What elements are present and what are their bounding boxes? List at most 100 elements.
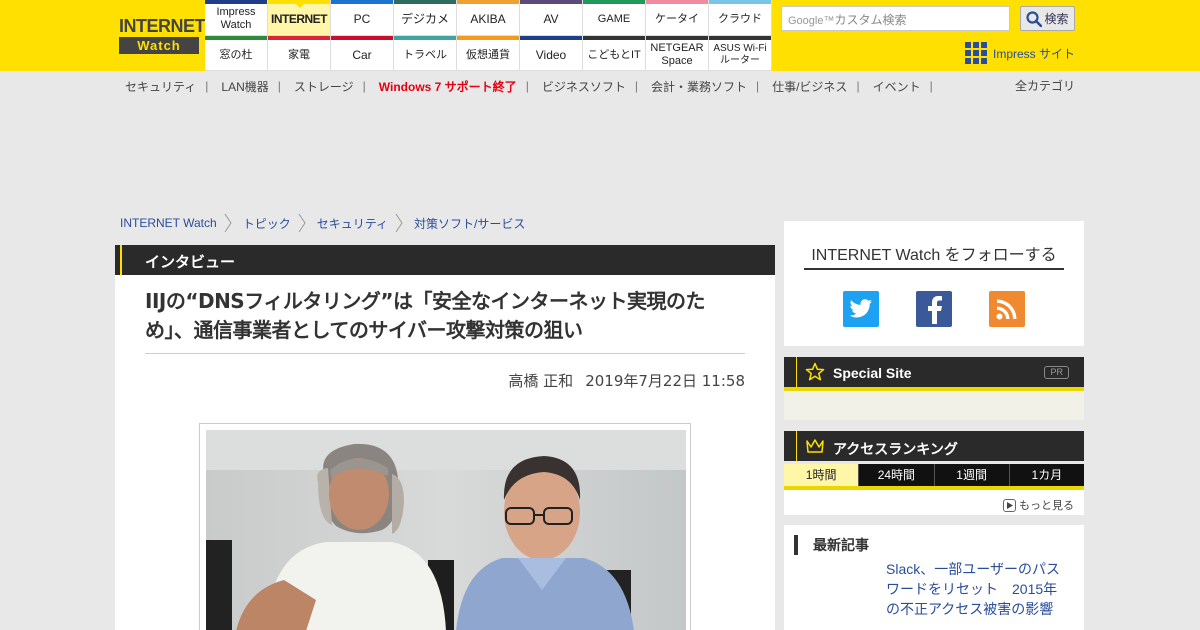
logo-text-internet: INTERNET [119,16,206,36]
nav-label: 仮想通貨 [466,48,510,61]
search-icon [1026,10,1043,27]
article-author: 高橋 正和 [508,372,574,390]
facebook-button[interactable] [916,291,952,327]
google-label: Google™ [788,15,835,27]
breadcrumb-item[interactable]: セキュリティ [317,215,388,232]
nav-label: NETGEAR Space [650,42,704,67]
category-storage[interactable]: ストレージ | [294,78,379,95]
site-logo[interactable]: INTERNET Watch [119,16,206,54]
article-section-header: インタビュー [115,245,775,275]
nav-akiba[interactable]: AKIBA [457,0,520,36]
category-separator: | [634,79,638,93]
category-label: ストレージ [293,79,354,94]
nav-label: Video [535,47,567,62]
nav-cloud[interactable]: クラウド [709,0,772,36]
nav-label: GAME [597,12,631,25]
nav-impress-watch[interactable]: Impress Watch [205,0,268,36]
category-security[interactable]: セキュリティ | [125,78,221,95]
nav-label: 家電 [288,48,310,61]
ranking-body: もっと見る [784,490,1084,515]
search-button-label: 検索 [1044,12,1069,26]
more-link[interactable]: もっと見る [1003,497,1074,513]
nav-game[interactable]: GAME [583,0,646,36]
category-bar: セキュリティ | LAN機器 | ストレージ | Windows 7 サポート終了 | … [125,77,946,95]
latest-articles-title: 最新記事 [794,535,869,555]
breadcrumb-item[interactable]: 対策ソフト/サービス [414,215,525,232]
chevron-right-icon [224,213,232,233]
category-event[interactable]: イベント | [873,78,946,95]
site-nav-grid: Impress Watch INTERNET PC デジカメ AKIBA AV … [205,0,772,71]
nav-label: トラベル [403,48,447,61]
category-separator: | [362,79,366,93]
impress-sites-link[interactable]: Impress サイト [965,42,1075,64]
nav-keitai[interactable]: ケータイ [646,0,709,36]
category-label: 仕事/ビジネス [772,79,848,94]
nav-label: Car [352,47,372,62]
category-windows7[interactable]: Windows 7 サポート終了 | [379,78,542,95]
rss-button[interactable] [989,291,1025,327]
all-categories-link[interactable]: 全カテゴリ [1015,77,1075,94]
nav-pc[interactable]: PC [331,0,394,36]
article-photo[interactable] [206,430,686,630]
nav-internet[interactable]: INTERNET [268,0,331,36]
category-lan[interactable]: LAN機器 | [221,78,293,95]
nav-label: 窓の杜 [219,48,253,61]
breadcrumb-item[interactable]: トピック [243,215,291,232]
category-label: ビジネスソフト [541,79,626,94]
category-business-soft[interactable]: ビジネスソフト | [542,78,651,95]
twitter-icon [849,299,872,318]
more-label: もっと見る [1019,500,1074,512]
crown-icon [806,439,824,453]
nav-video[interactable]: Video [520,36,583,71]
nav-asus-router[interactable]: ASUS Wi-Fiルーター [709,36,772,71]
category-label: Windows 7 サポート終了 [378,79,517,94]
nav-label: こどもとIT [587,48,641,61]
search-button[interactable]: 検索 [1020,6,1075,31]
ranking-tabs: 1時間 24時間 1週間 1カ月 [784,464,1084,486]
facebook-icon [928,296,942,324]
header-accent-line [796,431,797,461]
latest-articles-box: 最新記事 Slack、一部ユーザーのパスワードをリセット 2015年の不正アクセ… [784,525,1084,630]
nav-label: Impress Watch [216,6,256,31]
category-label: 会計・業務ソフト [650,79,747,94]
nav-madonomori[interactable]: 窓の杜 [205,36,268,71]
category-separator: | [755,79,760,93]
nav-kaden[interactable]: 家電 [268,36,331,71]
tab-1hour[interactable]: 1時間 [784,464,860,486]
nav-travel[interactable]: トラベル [394,36,457,71]
breadcrumb: INTERNET Watch トピック セキュリティ 対策ソフト/サービス [120,213,525,233]
category-label: セキュリティ [125,79,197,94]
chevron-right-icon [395,213,403,233]
breadcrumb-item[interactable]: INTERNET Watch [120,216,217,230]
chevron-right-icon [298,213,306,233]
category-label: LAN機器 [221,79,269,94]
twitter-button[interactable] [843,291,879,327]
nav-label: ケータイ [655,12,699,25]
tab-1month[interactable]: 1カ月 [1010,464,1084,486]
access-ranking-header: アクセスランキング [784,431,1084,461]
nav-kasoutsuka[interactable]: 仮想通貨 [457,36,520,71]
title-divider [145,353,745,354]
nav-label: PC [353,11,371,26]
nav-car[interactable]: Car [331,36,394,71]
logo-text-watch: Watch [119,37,199,54]
category-work-business[interactable]: 仕事/ビジネス | [772,78,872,95]
tab-1week[interactable]: 1週間 [935,464,1010,486]
search-input[interactable]: Google™カスタム検索 [781,6,1010,31]
article-date: 2019年7月22日 11:58 [585,372,745,390]
nav-av[interactable]: AV [520,0,583,36]
article-section-label: インタビュー [145,253,236,271]
latest-article-link[interactable]: Slack、一部ユーザーのパスワードをリセット 2015年の不正アクセス被害の影… [886,559,1066,619]
search-placeholder: カスタム検索 [834,13,907,27]
nav-dejikame[interactable]: デジカメ [394,0,457,36]
site-header: INTERNET Watch Impress Watch INTERNET PC… [0,0,1200,71]
tab-24hours[interactable]: 24時間 [859,464,935,486]
nav-netgear-space[interactable]: NETGEAR Space [646,36,709,71]
nav-kodomo-it[interactable]: こどもとIT [583,36,646,71]
category-accounting[interactable]: 会計・業務ソフト | [651,78,772,95]
follow-title: INTERNET Watch をフォローする [811,247,1057,264]
impress-sites-label: Impress サイト [993,46,1076,61]
follow-box: INTERNET Watch をフォローする [784,221,1084,346]
category-separator: | [205,79,209,93]
follow-divider [804,268,1064,270]
